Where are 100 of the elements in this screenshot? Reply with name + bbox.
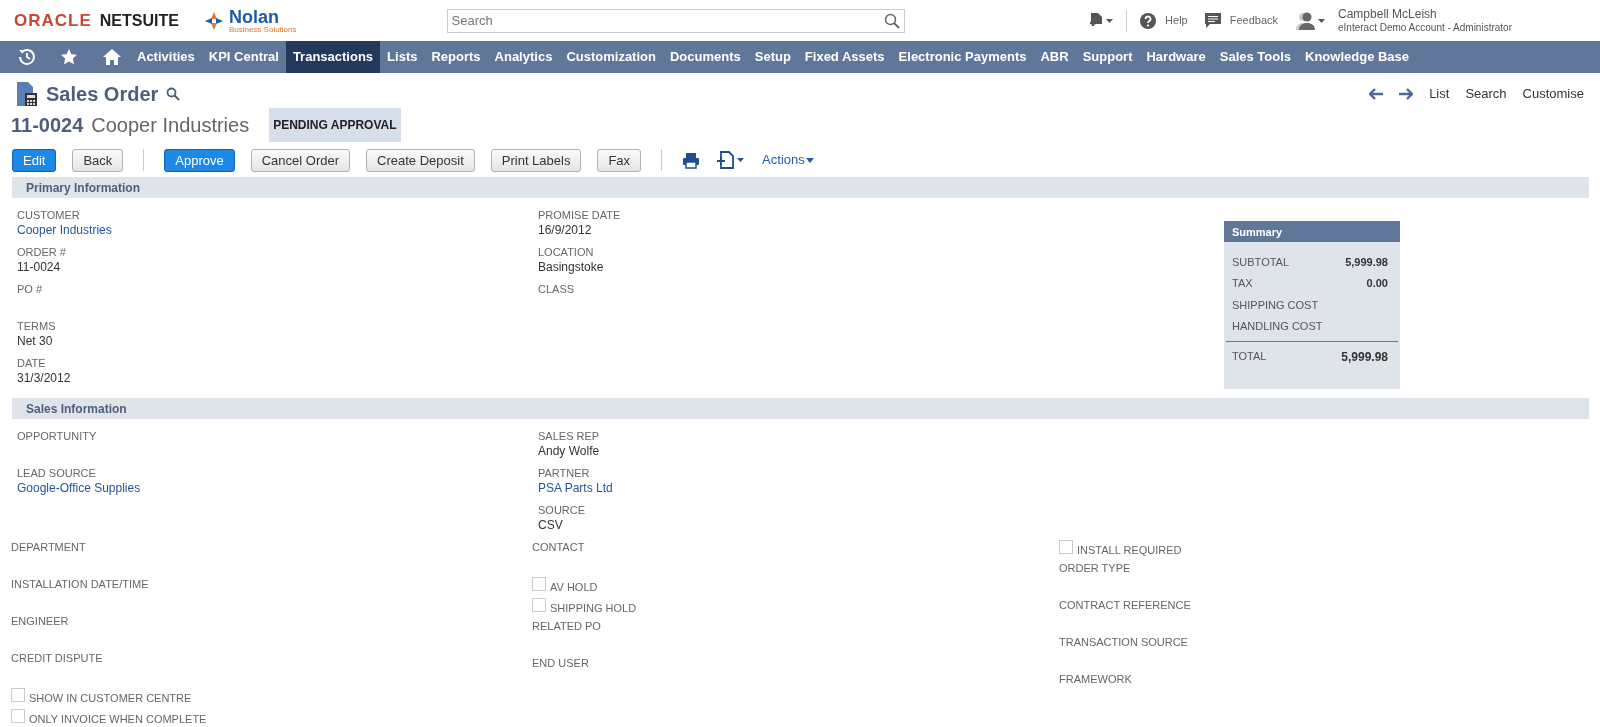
oracle-logo-text: ORACLE [14,9,92,32]
field-label: CREDIT DISPUTE [11,651,104,665]
feedback-link[interactable]: Feedback [1229,12,1279,29]
field-value: Basingstoke [538,259,605,275]
checkbox[interactable] [11,688,25,702]
action-button[interactable]: Print Labels [490,148,582,172]
field-label: ORDER TYPE [1059,561,1132,575]
summary-label: SHIPPING COST [1232,297,1319,313]
field-label: RELATED PO [532,619,602,633]
action-button[interactable]: Back [72,148,124,172]
summary-title: Summary [1224,221,1400,242]
nav-tab[interactable]: Analytics [487,41,560,73]
summary-value: 5,999.98 [1345,254,1388,270]
field-label: ORDER # [17,245,67,259]
nav-tab[interactable]: Transactions [285,41,381,73]
field-label: SOURCE [538,503,587,517]
summary-label: TOTAL [1232,349,1267,364]
forward-arrow-icon[interactable] [1399,88,1414,100]
field-link[interactable]: PSA Parts Ltd [538,480,1065,496]
page-title: Sales Order [46,82,159,107]
new-document-dropdown-icon[interactable] [716,151,747,169]
checkbox[interactable] [532,598,546,612]
nav-tab[interactable]: Sales Tools [1212,41,1299,73]
print-icon[interactable] [682,151,701,169]
checkbox[interactable] [11,709,25,723]
action-button[interactable]: Approve [164,148,235,172]
field-value: Andy Wolfe [538,443,601,459]
field-value: 11-0024 [17,259,62,275]
field-label: LEAD SOURCE [17,466,97,480]
checkbox[interactable] [1059,540,1073,554]
star-icon[interactable] [60,48,78,66]
history-icon[interactable] [18,48,36,66]
user-avatar-icon[interactable] [1294,10,1327,31]
status-badge: PENDING APPROVAL [269,108,401,142]
home-icon[interactable] [102,48,122,66]
search-icon [883,12,900,29]
nav-tab[interactable]: Documents [662,41,748,73]
field-label: CONTRACT REFERENCE [1059,598,1192,612]
field-label: FRAMEWORK [1059,672,1133,686]
checkbox[interactable] [532,577,546,591]
company-tagline: Business Solutions [228,25,297,34]
search-icon[interactable] [166,87,181,101]
nav-tab[interactable]: Fixed Assets [797,41,892,73]
checkbox-label: ONLY INVOICE WHEN COMPLETE [29,712,207,726]
section-header: Sales Information [12,398,1589,419]
field-label: END USER [532,656,590,670]
nav-tab[interactable]: Electronic Payments [891,41,1034,73]
help-icon[interactable] [1139,11,1158,30]
feedback-icon[interactable] [1203,12,1222,29]
back-arrow-icon[interactable] [1369,88,1384,100]
document-calculator-icon [16,81,38,107]
field-value: Net 30 [17,333,54,349]
nav-tab[interactable]: Hardware [1139,41,1213,73]
nav-tab[interactable]: KPI Central [201,41,286,73]
field-label: LOCATION [538,245,595,259]
company-name: Nolan [228,7,280,26]
summary-value: 0.00 [1366,276,1388,291]
field-label: CONTACT [532,540,586,554]
field-label: INSTALLATION DATE/TIME [11,577,150,591]
field-label: DEPARTMENT [11,540,87,554]
nav-tab[interactable]: Knowledge Base [1298,41,1417,73]
record-name: Cooper Industries [91,113,250,138]
nav-tab[interactable]: Setup [747,41,798,73]
field-label: PO # [17,282,44,296]
nav-tab[interactable]: Customization [559,41,663,73]
action-button[interactable]: Fax [597,148,642,172]
nav-tab[interactable]: Activities [130,41,202,73]
nav-tab[interactable]: Lists [380,41,425,73]
action-button[interactable]: Edit [12,148,57,172]
field-link[interactable]: Cooper Industries [17,222,538,238]
checkbox-label: INSTALL REQUIRED [1077,543,1182,557]
field-label: DATE [17,356,47,370]
field-label: TERMS [17,319,57,333]
action-button[interactable]: Cancel Order [250,148,351,172]
page-link[interactable]: Search [1465,84,1507,104]
help-link[interactable]: Help [1165,12,1188,29]
field-label: CUSTOMER [17,208,81,222]
search-field[interactable]: Search [446,8,905,33]
checkbox-label: SHOW IN CUSTOMER CENTRE [29,691,192,705]
field-label: CLASS [538,282,576,296]
action-button[interactable]: Create Deposit [366,148,475,172]
checkbox-label: SHIPPING HOLD [550,601,637,615]
field-value: 16/9/2012 [538,222,593,238]
summary-label: HANDLING COST [1232,319,1323,334]
nav-tab[interactable]: Reports [424,41,488,73]
summary-total: 5,999.98 [1341,349,1388,366]
page-link[interactable]: Customise [1522,84,1584,104]
page-link[interactable]: List [1429,84,1450,104]
field-label: PROMISE DATE [538,208,622,222]
caret-icon [804,156,815,164]
nav-tab[interactable]: ABR [1033,41,1076,73]
field-value: CSV [538,517,564,533]
field-label: PARTNER [538,466,591,480]
summary-label: TAX [1232,276,1253,291]
nav-tab[interactable]: Support [1075,41,1140,73]
actions-menu[interactable]: Actions [762,150,815,170]
user-name: Campbell McLeish [1338,8,1438,22]
field-label: OPPORTUNITY [17,429,98,443]
field-link[interactable]: Google-Office Supplies [17,480,538,496]
field-label: TRANSACTION SOURCE [1059,635,1189,649]
